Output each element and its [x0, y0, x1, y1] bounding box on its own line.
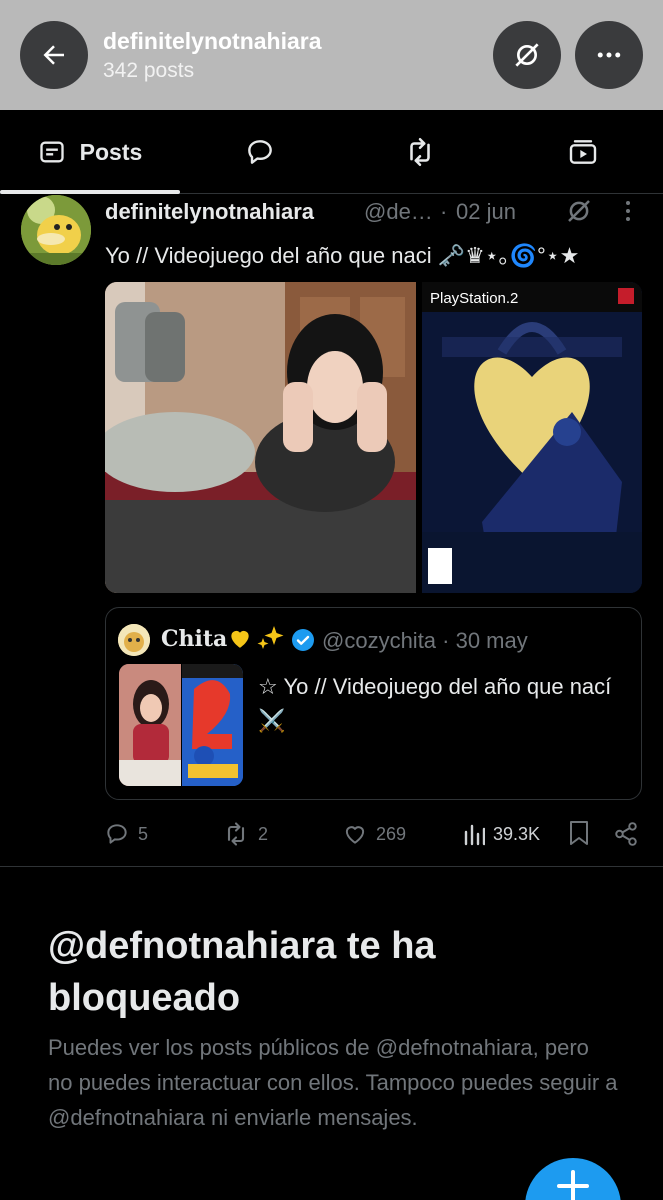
repost-icon	[227, 822, 245, 846]
repost-button[interactable]: 2	[222, 818, 268, 850]
back-button[interactable]	[20, 21, 88, 89]
kingdom-hearts-cover-image: PlayStation.2	[422, 282, 642, 593]
active-tab-indicator	[0, 190, 180, 194]
bookmark-button[interactable]	[566, 818, 592, 848]
quoted-handle-date[interactable]: @cozychita · 30 may	[322, 628, 528, 654]
verified-badge-icon	[291, 628, 315, 652]
more-options-button[interactable]	[575, 21, 643, 89]
mute-icon	[568, 200, 590, 222]
profile-name: definitelynotnahiara	[103, 28, 322, 54]
ps2-logo-text: PlayStation.2	[430, 290, 518, 307]
quoted-girl-photo-image	[119, 664, 181, 786]
post-photo-1[interactable]	[105, 282, 416, 593]
like-count: 269	[376, 823, 407, 844]
quoted-author-avatar[interactable]	[118, 624, 150, 656]
repost-count: 2	[258, 823, 269, 844]
reply-button[interactable]: 5	[104, 818, 148, 850]
post-text: Yo // Videojuego del año que naci 🗝️♛⋆｡🌀…	[105, 243, 580, 268]
sonic-2-cover-image	[182, 664, 243, 786]
section-divider	[0, 866, 663, 867]
heart-icon	[345, 826, 365, 844]
compose-post-button[interactable]	[525, 1158, 621, 1200]
post-photo-2[interactable]: PlayStation.2	[422, 282, 642, 593]
like-button[interactable]: 269	[342, 818, 406, 850]
view-count: 39.3K	[493, 823, 541, 844]
meta-separator: ·	[440, 199, 448, 224]
photo-girl-on-bed-image	[105, 282, 416, 593]
author-avatar[interactable]	[21, 195, 91, 265]
post-date[interactable]: 02 jun	[456, 199, 516, 225]
psyduck-avatar-image	[21, 195, 91, 265]
blocked-description: Puedes ver los posts públicos de @defnot…	[48, 1035, 618, 1130]
views-button[interactable]: 39.3K	[463, 818, 540, 850]
tab-posts[interactable]: Posts	[0, 110, 180, 194]
share-button[interactable]	[612, 819, 640, 849]
tab-replies[interactable]	[212, 110, 308, 194]
quoted-photo-1[interactable]	[119, 664, 181, 786]
repost-icon	[410, 137, 430, 167]
bookmark-icon	[570, 821, 588, 845]
mute-icon	[515, 43, 539, 67]
more-vertical-icon	[626, 201, 630, 221]
views-chart-icon	[464, 824, 485, 846]
chita-avatar-image	[118, 624, 150, 656]
blocked-title: @defnotnahiara te ha bloqueado	[48, 925, 436, 1019]
reply-icon	[107, 824, 127, 844]
share-icon	[615, 822, 637, 846]
author-name[interactable]: definitelynotnahiara	[105, 199, 314, 225]
quoted-post[interactable]: Chita @cozychita · 30 may ☆ Yo // Videoj…	[105, 607, 642, 800]
tab-reposts[interactable]	[372, 110, 468, 194]
post-more-button[interactable]	[616, 198, 640, 224]
profile-tabs: Posts	[0, 110, 663, 194]
reply-bubble-icon	[248, 140, 272, 164]
reply-count: 5	[138, 823, 149, 844]
post-muted-indicator[interactable]	[562, 194, 596, 228]
media-video-icon	[569, 140, 597, 164]
quoted-author-name[interactable]: Chita	[161, 626, 227, 652]
posts-icon	[40, 141, 64, 163]
plus-icon	[557, 1170, 589, 1200]
quoted-post-text: ☆ Yo // Videojuego del año que nací ⚔️	[258, 674, 612, 733]
post-count: 342 posts	[103, 59, 195, 82]
quoted-photo-2[interactable]	[182, 664, 243, 786]
author-handle[interactable]: @de…	[364, 199, 433, 225]
muted-button[interactable]	[493, 21, 561, 89]
tab-media[interactable]	[535, 110, 631, 194]
tab-posts-label: Posts	[79, 138, 143, 165]
yellow-heart-icon	[227, 625, 253, 651]
sparkles-icon	[256, 624, 286, 652]
arrow-left-icon	[43, 45, 64, 65]
more-horizontal-icon	[597, 52, 621, 58]
profile-header: definitelynotnahiara 342 posts	[0, 0, 663, 110]
